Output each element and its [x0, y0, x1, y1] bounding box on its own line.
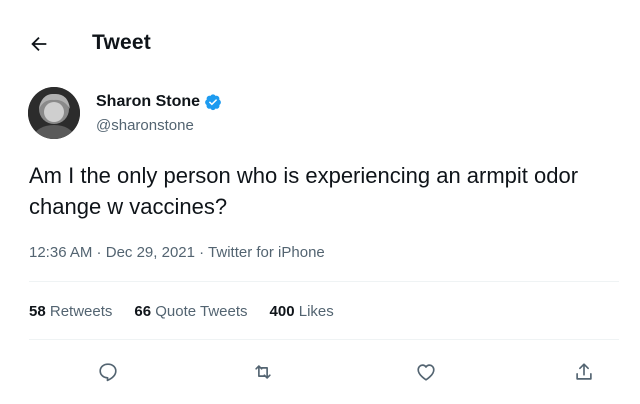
- tweet-actions: [0, 352, 640, 392]
- share-icon: [576, 363, 592, 380]
- tweet-time[interactable]: 12:36 AM: [29, 244, 92, 261]
- retweet-icon: [255, 365, 271, 379]
- quotes-label: Quote Tweets: [155, 303, 248, 320]
- share-button[interactable]: [568, 356, 600, 388]
- author-handle[interactable]: @sharonstone: [96, 117, 194, 134]
- reply-icon: [99, 363, 117, 382]
- likes-count: 400: [269, 303, 295, 320]
- meta-separator: ·: [92, 244, 106, 261]
- heart-icon: [417, 364, 435, 381]
- likes-stat[interactable]: 400 Likes: [270, 303, 334, 320]
- tweet-text: Am I the only person who is experiencing…: [29, 163, 579, 219]
- author-display-name[interactable]: Sharon Stone: [96, 93, 200, 111]
- tweet-stats: 58 Retweets 66 Quote Tweets 400 Likes: [29, 303, 356, 320]
- tweet-date[interactable]: Dec 29, 2021: [106, 244, 195, 261]
- meta-separator: ·: [194, 244, 209, 261]
- arrow-left-icon: [31, 36, 47, 52]
- avatar[interactable]: [28, 87, 80, 139]
- verified-badge-icon: [204, 93, 222, 111]
- quotes-count: 66: [134, 303, 152, 320]
- divider: [29, 339, 619, 340]
- retweet-button[interactable]: [247, 356, 279, 388]
- tweet-meta: 12:36 AM · Dec 29, 2021 · Twitter for iP…: [29, 244, 325, 261]
- page-title: Tweet: [92, 31, 151, 54]
- quotes-stat[interactable]: 66 Quote Tweets: [134, 303, 247, 320]
- tweet-source[interactable]: Twitter for iPhone: [208, 244, 325, 261]
- avatar-image: [28, 87, 80, 139]
- reply-button[interactable]: [92, 356, 124, 388]
- author-name-row: Sharon Stone: [96, 93, 222, 111]
- retweets-stat[interactable]: 58 Retweets: [29, 303, 112, 320]
- retweets-count: 58: [29, 303, 46, 320]
- divider: [29, 281, 619, 282]
- like-button[interactable]: [410, 356, 442, 388]
- likes-label: Likes: [298, 303, 334, 320]
- tweet-header: Tweet: [0, 0, 640, 80]
- retweets-label: Retweets: [49, 303, 113, 320]
- back-button[interactable]: [25, 30, 53, 58]
